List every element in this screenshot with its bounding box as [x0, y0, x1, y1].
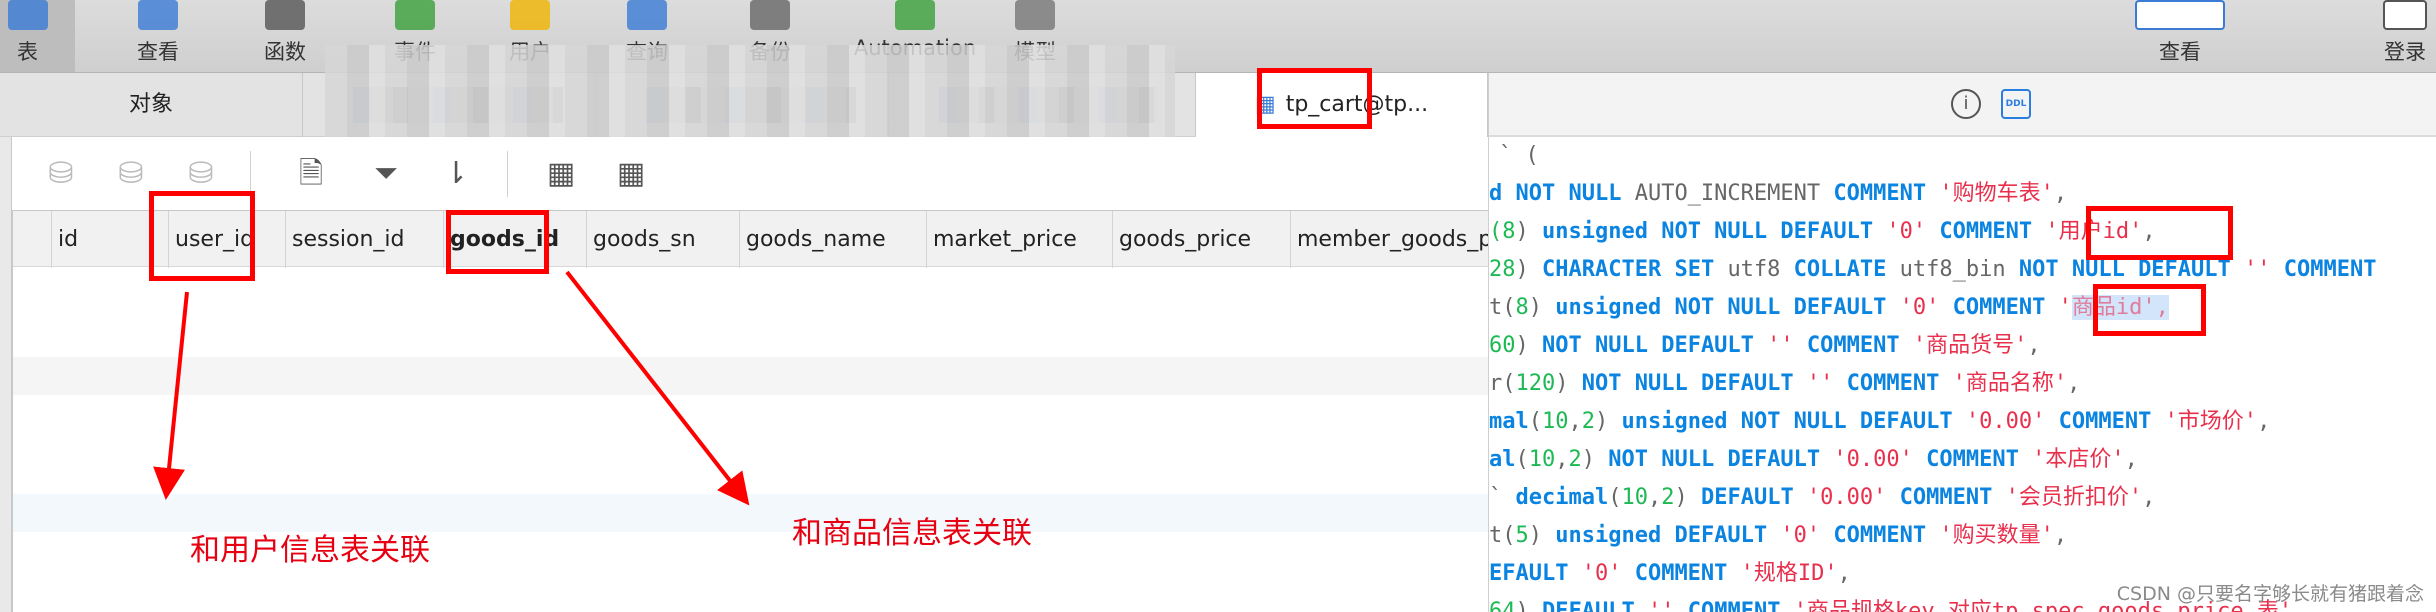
watermark: CSDN @只要名字够长就有猪跟着念 [2116, 583, 2424, 605]
annotation-goods: 和商品信息表关联 [792, 516, 1032, 551]
annotation-arrows [153, 270, 750, 506]
arrow-goods [565, 270, 750, 506]
arrow-user [153, 291, 189, 500]
annotation-user: 和用户信息表关联 [190, 533, 430, 568]
